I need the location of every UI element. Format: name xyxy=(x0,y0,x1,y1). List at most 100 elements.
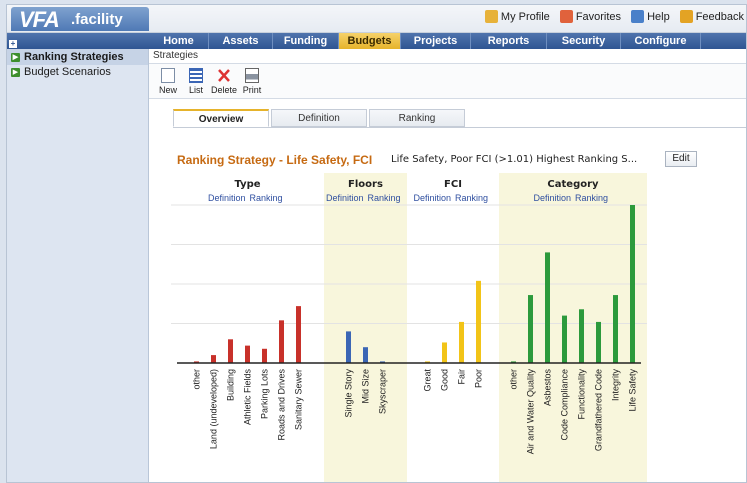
ranking-link[interactable]: Ranking xyxy=(575,193,608,203)
category-label: Asbestos xyxy=(543,369,553,407)
category-label: Athletic Fields xyxy=(243,369,253,426)
toplink-help[interactable]: Help xyxy=(631,10,670,23)
category-label: Single Story xyxy=(344,369,354,418)
vfa-logo[interactable]: VFA .facility xyxy=(11,7,149,32)
bar-sanitary-sewer[interactable] xyxy=(296,306,301,363)
arrow-right-icon: ▶ xyxy=(11,52,20,62)
sidebar: ▶ Ranking Strategies ▶ Budget Scenarios xyxy=(7,49,149,482)
nav-security[interactable]: Security xyxy=(547,33,621,49)
category-label: Life Safety xyxy=(628,369,638,412)
bar-life-safety[interactable] xyxy=(630,205,635,363)
nav-configure[interactable]: Configure xyxy=(621,33,701,49)
definition-link[interactable]: Definition xyxy=(326,193,364,203)
top-bar: VFA .facility My Profile Favorites Help Fee… xyxy=(7,5,746,33)
category-label: Poor xyxy=(474,369,484,388)
bar-grandfathered-code[interactable] xyxy=(596,321,601,363)
toplink-my-profile[interactable]: My Profile xyxy=(484,10,550,23)
tab-bar: Overview Definition Ranking xyxy=(173,109,465,127)
list-icon xyxy=(189,68,203,83)
category-label: Land (undeveloped) xyxy=(209,369,219,449)
toplink-label: Favorites xyxy=(575,10,622,23)
bar-building[interactable] xyxy=(228,339,233,363)
sidebar-item-budget-scenarios[interactable]: ▶ Budget Scenarios xyxy=(7,65,148,79)
help-icon xyxy=(631,10,645,23)
category-label: other xyxy=(509,369,519,390)
logo-main-text: VFA xyxy=(19,7,60,32)
bar-functionality[interactable] xyxy=(579,309,584,363)
group-title: FCI xyxy=(444,179,462,190)
sidebar-item-label: Ranking Strategies xyxy=(24,51,124,63)
tab-ranking[interactable]: Ranking xyxy=(369,109,465,127)
sidebar-item-label: Budget Scenarios xyxy=(24,66,111,78)
category-label: Sanitary Sewer xyxy=(294,369,304,430)
bar-poor[interactable] xyxy=(476,280,481,363)
ranking-link[interactable]: Ranking xyxy=(455,193,488,203)
tab-definition[interactable]: Definition xyxy=(271,109,367,127)
group-background xyxy=(324,173,407,482)
toplink-label: Feedback xyxy=(695,10,744,23)
bar-integrity[interactable] xyxy=(613,295,618,363)
definition-link[interactable]: Definition xyxy=(208,193,246,203)
category-label: Grandfathered Code xyxy=(594,369,604,451)
bar-air-and-water-quality[interactable] xyxy=(528,295,533,363)
nav-home[interactable]: Home xyxy=(149,33,209,49)
nav-funding[interactable]: Funding xyxy=(273,33,339,49)
group-background xyxy=(499,173,647,482)
toolbar: New List Delete Print xyxy=(149,63,746,99)
category-label: Skyscraper xyxy=(378,369,388,414)
new-document-icon xyxy=(161,68,175,83)
sidebar-header: + xyxy=(7,33,149,49)
new-button[interactable]: New xyxy=(155,64,181,98)
tool-label: Delete xyxy=(211,85,238,95)
delete-button[interactable]: Delete xyxy=(211,64,237,98)
bar-land-undeveloped-[interactable] xyxy=(211,355,216,363)
ranking-link[interactable]: Ranking xyxy=(368,193,401,203)
bar-fair[interactable] xyxy=(459,321,464,363)
category-label: Roads and Drives xyxy=(277,369,287,441)
ranking-link[interactable]: Ranking xyxy=(250,193,283,203)
category-label: Functionality xyxy=(577,369,587,420)
profile-icon xyxy=(484,10,498,23)
bar-good[interactable] xyxy=(442,342,447,363)
category-label: Integrity xyxy=(611,369,621,402)
group-title: Type xyxy=(234,179,260,190)
top-links: My Profile Favorites Help Feedback xyxy=(484,10,744,23)
group-title: Floors xyxy=(348,179,383,190)
delete-icon xyxy=(217,68,231,83)
bar-athletic-fields[interactable] xyxy=(245,345,250,363)
tab-overview[interactable]: Overview xyxy=(173,109,269,127)
category-label: Air and Water Quality xyxy=(526,369,536,455)
tool-label: List xyxy=(188,85,203,95)
tab-divider xyxy=(173,127,746,128)
nav-reports[interactable]: Reports xyxy=(471,33,547,49)
group-title: Category xyxy=(547,179,599,190)
sidebar-item-ranking-strategies[interactable]: ▶ Ranking Strategies xyxy=(7,49,148,65)
category-label: Mid Size xyxy=(361,369,371,404)
category-label: Building xyxy=(226,369,236,401)
definition-link[interactable]: Definition xyxy=(533,193,571,203)
toplink-feedback[interactable]: Feedback xyxy=(679,10,744,23)
expand-icon[interactable]: + xyxy=(9,40,17,48)
strategy-title: Ranking Strategy - Life Safety, FCI xyxy=(177,153,373,167)
logo-sub-text: .facility xyxy=(71,11,123,28)
bar-parking-lots[interactable] xyxy=(262,348,267,363)
category-label: Great xyxy=(423,369,433,392)
bar-mid-size[interactable] xyxy=(363,347,368,363)
nav-projects[interactable]: Projects xyxy=(401,33,471,49)
nav-assets[interactable]: Assets xyxy=(209,33,273,49)
toplink-favorites[interactable]: Favorites xyxy=(559,10,622,23)
nav-budgets[interactable]: Budgets xyxy=(339,33,401,49)
strategy-description: Life Safety, Poor FCI (>1.01) Highest Ra… xyxy=(391,154,638,165)
print-button[interactable]: Print xyxy=(239,64,265,98)
edit-button[interactable]: Edit xyxy=(665,151,697,167)
bar-asbestos[interactable] xyxy=(545,252,550,363)
app-window: VFA .facility My Profile Favorites Help Fee… xyxy=(6,4,747,483)
bar-code-compliance[interactable] xyxy=(562,315,567,363)
bar-roads-and-drives[interactable] xyxy=(279,320,284,363)
category-label: Fair xyxy=(457,369,467,385)
list-button[interactable]: List xyxy=(183,64,209,98)
bar-single-story[interactable] xyxy=(346,331,351,363)
feedback-icon xyxy=(679,10,693,23)
definition-link[interactable]: Definition xyxy=(413,193,451,203)
tool-label: New xyxy=(158,85,177,95)
